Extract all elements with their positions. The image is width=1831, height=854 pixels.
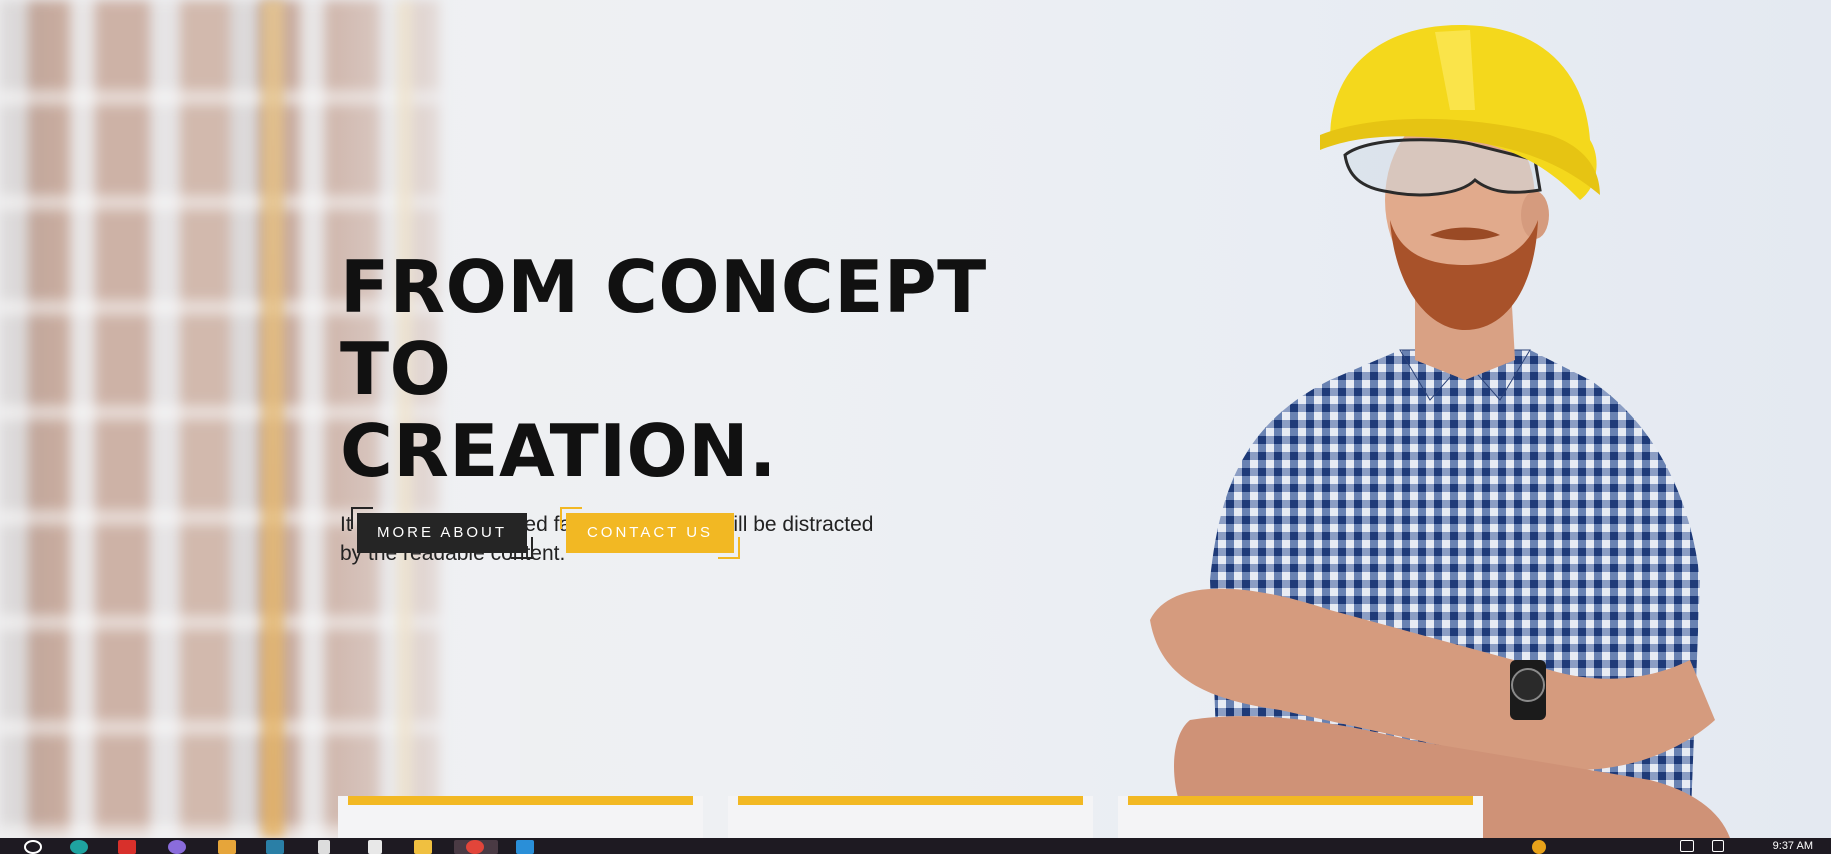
volume-icon[interactable] [1712,840,1724,852]
search-icon[interactable] [24,840,42,854]
more-about-label: MORE ABOUT [377,524,508,541]
construction-worker-image [1150,25,1730,838]
app-red-icon[interactable] [118,840,136,854]
feature-card-1-bar [348,796,693,805]
corner-decoration [718,537,740,559]
os-taskbar: 9:37 AM [0,838,1831,854]
corner-decoration [351,507,373,529]
chrome-icon[interactable] [466,840,484,854]
feature-card-3-bar [1128,796,1473,805]
more-about-wrapper: MORE ABOUT [351,507,533,559]
corner-decoration [560,507,582,529]
hero-title-line1: FROM CONCEPT TO [340,245,987,411]
hero-title-line2: CREATION. [340,409,777,493]
folder-icon[interactable] [414,840,432,854]
feature-card-2-bar [738,796,1083,805]
hero-title: FROM CONCEPT TO CREATION. [340,246,1080,492]
file-explorer-icon[interactable] [218,840,236,854]
edge-icon[interactable] [70,840,88,854]
contact-us-button[interactable]: CONTACT US [560,507,740,559]
document-icon[interactable] [318,840,330,854]
corner-decoration [511,537,533,559]
notepad-icon[interactable] [368,840,382,854]
more-about-button[interactable]: MORE ABOUT [351,507,533,559]
network-icon[interactable] [1680,840,1694,852]
contact-us-wrapper: CONTACT US [560,507,740,559]
tray-app-icon[interactable] [1532,840,1546,854]
vscode-icon[interactable] [516,840,534,854]
hero-page: FROM CONCEPT TO CREATION. It is a long e… [0,0,1831,854]
taskbar-clock[interactable]: 9:37 AM [1773,840,1813,852]
app-purple-icon[interactable] [168,840,186,854]
contact-us-label: CONTACT US [586,524,714,541]
terminal-icon[interactable] [266,840,284,854]
